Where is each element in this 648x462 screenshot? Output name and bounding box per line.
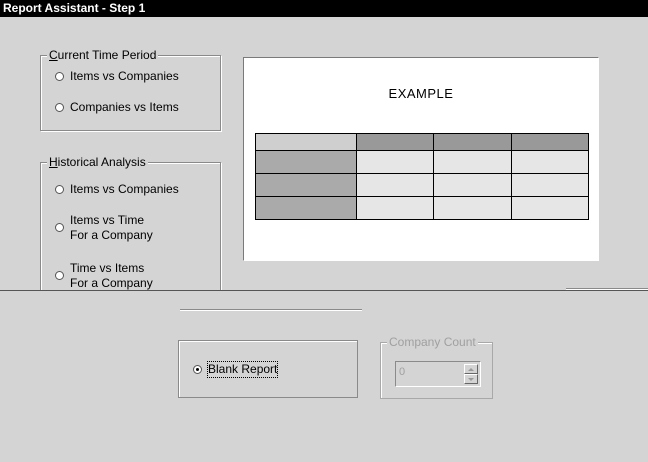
grid-header-cell	[510, 133, 590, 151]
grid-row-header	[255, 196, 357, 220]
spin-down-button[interactable]	[464, 374, 478, 384]
example-title: EXAMPLE	[388, 86, 454, 101]
radio-label: Items vs Companies	[70, 69, 179, 83]
example-preview-panel: EXAMPLE	[243, 57, 599, 261]
historical-analysis-group: Historical Analysis Items vs Companies I…	[40, 155, 221, 302]
grid-header-cell	[355, 133, 435, 151]
grid-cell	[510, 196, 590, 220]
company-count-group: Company Count 0	[380, 335, 493, 399]
grid-header-row	[255, 133, 590, 151]
blank-report-label: Blank Report	[206, 361, 279, 378]
grid-cell	[355, 173, 435, 197]
grid-cell	[433, 150, 512, 174]
separator-line	[180, 309, 362, 311]
grid-row	[255, 196, 590, 220]
radio-button-icon	[55, 185, 64, 194]
radio-hist-items-vs-companies[interactable]: Items vs Companies	[55, 182, 179, 197]
grid-corner-cell	[255, 133, 357, 151]
radio-blank-report[interactable]: Blank Report	[193, 361, 279, 378]
spin-up-button[interactable]	[464, 364, 478, 374]
radio-button-icon	[55, 223, 64, 232]
grid-row	[255, 150, 590, 174]
radio-button-icon	[55, 72, 64, 81]
blank-report-group: Blank Report	[178, 340, 358, 398]
grid-cell	[355, 150, 435, 174]
grid-header-cell	[433, 133, 512, 151]
radio-time-vs-items[interactable]: Time vs Items For a Company	[55, 261, 153, 291]
grid-row-header	[255, 150, 357, 174]
grid-row-header	[255, 173, 357, 197]
radio-button-icon	[55, 271, 64, 280]
grid-cell	[433, 196, 512, 220]
current-time-period-group: Current Time Period Items vs Companies C…	[40, 48, 221, 131]
grid-cell	[433, 173, 512, 197]
grid-cell	[355, 196, 435, 220]
example-grid	[255, 133, 590, 220]
radio-items-vs-companies[interactable]: Items vs Companies	[55, 69, 179, 84]
report-assistant-window: Report Assistant - Step 1 Current Time P…	[0, 0, 648, 462]
radio-companies-vs-items[interactable]: Companies vs Items	[55, 100, 179, 115]
arrow-up-icon	[468, 367, 474, 371]
grid-cell	[510, 150, 590, 174]
radio-label: Items vs Companies	[70, 182, 179, 196]
radio-button-icon	[55, 103, 64, 112]
radio-label: Companies vs Items	[70, 100, 179, 114]
grid-cell	[510, 173, 590, 197]
historical-analysis-legend: Historical Analysis	[47, 155, 148, 169]
radio-label: Items vs Time For a Company	[70, 213, 153, 242]
radio-button-icon	[193, 365, 202, 374]
radio-label: Time vs Items For a Company	[70, 261, 153, 290]
company-count-spinner[interactable]	[464, 364, 478, 384]
company-count-legend: Company Count	[387, 335, 478, 349]
current-time-period-legend: Current Time Period	[47, 48, 159, 62]
radio-items-vs-time[interactable]: Items vs Time For a Company	[55, 213, 153, 243]
company-count-value: 0	[399, 366, 406, 378]
upper-panel: Current Time Period Items vs Companies C…	[0, 17, 648, 302]
arrow-down-icon	[468, 377, 474, 381]
title-bar: Report Assistant - Step 1	[0, 0, 648, 17]
company-count-input[interactable]: 0	[395, 361, 481, 387]
grid-row	[255, 173, 590, 197]
